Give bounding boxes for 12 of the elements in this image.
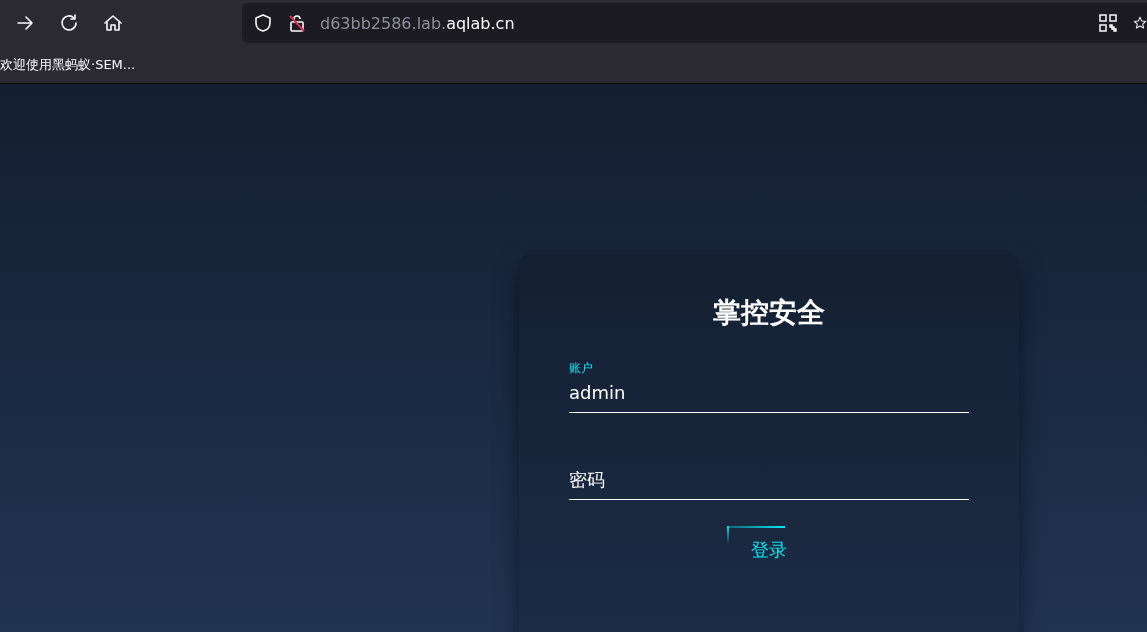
login-title: 掌控安全: [712, 295, 826, 331]
reload-icon[interactable]: [58, 12, 80, 34]
input-field[interactable]: 密码: [569, 449, 969, 500]
address-bar[interactable]: d63bb2586.lab.aqlab.cn: [242, 3, 1147, 43]
bookmark-item[interactable]: 欢迎使用黑蚂蚁·SEM...: [0, 55, 136, 74]
field-label: 账户: [569, 360, 593, 377]
home-icon[interactable]: [102, 12, 124, 34]
lock-icon: [286, 12, 308, 34]
qr-code-icon[interactable]: [1097, 12, 1119, 34]
shield-icon[interactable]: [252, 12, 274, 34]
login-button[interactable]: 登录: [727, 526, 811, 566]
url-text: d63bb2586.lab.aqlab.cn: [320, 13, 515, 33]
